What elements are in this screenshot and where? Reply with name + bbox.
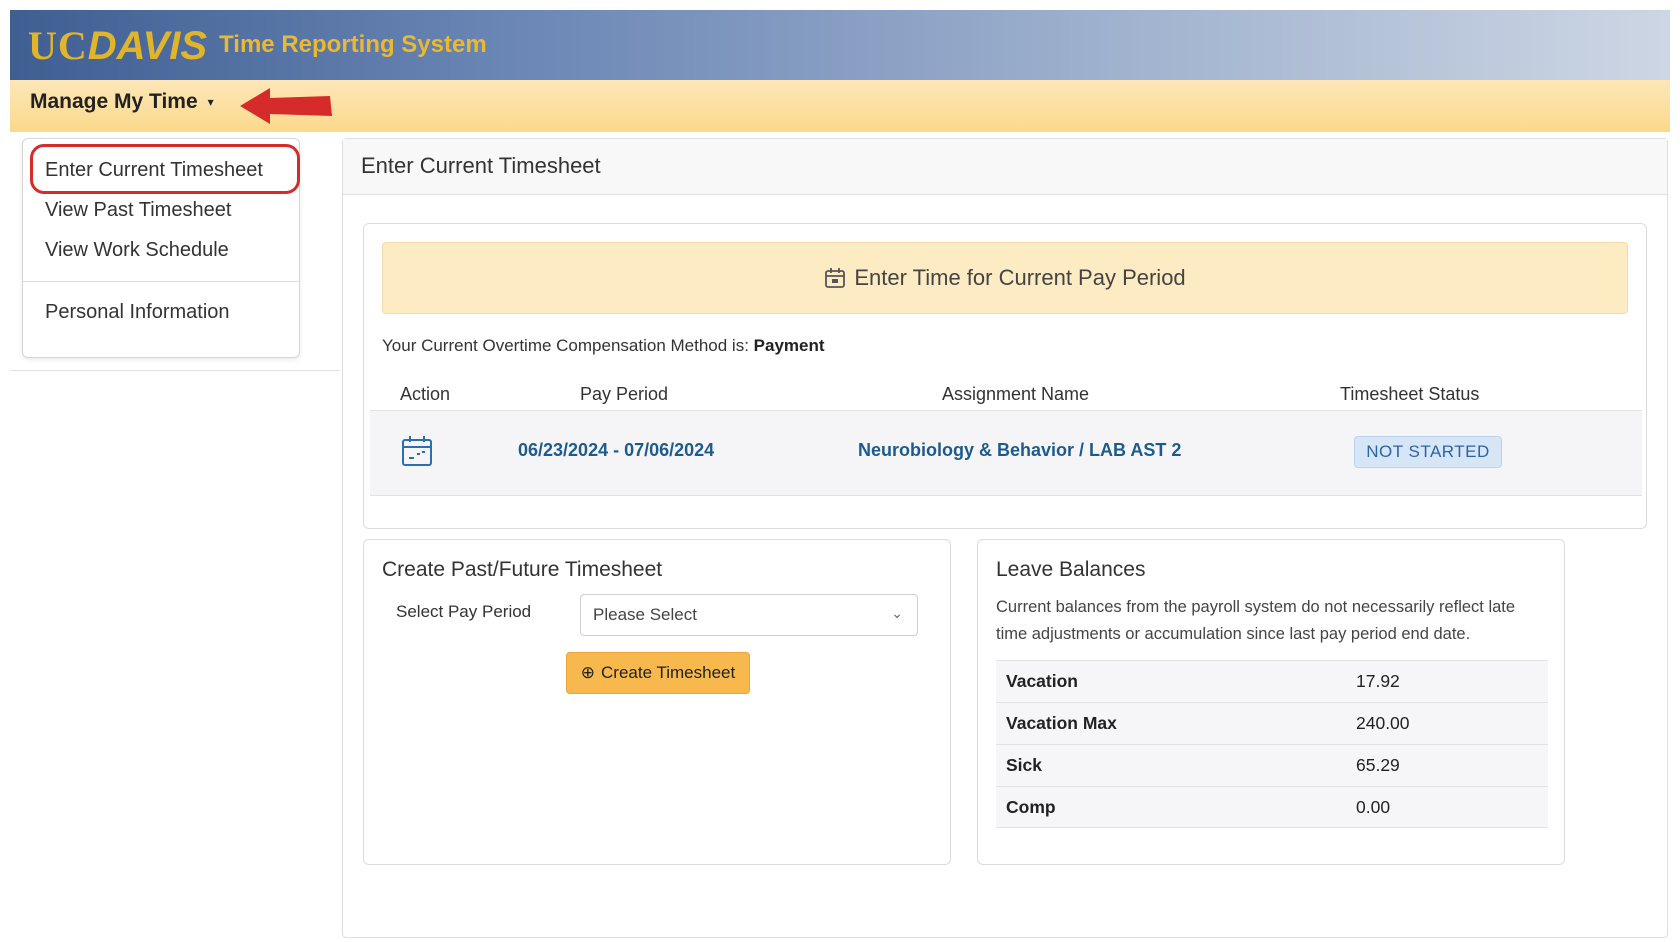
leave-row-vacation: Vacation 17.92	[996, 660, 1548, 702]
app-header: UCDAVIS Time Reporting System	[10, 10, 1670, 80]
leave-value: 240.00	[1356, 713, 1410, 733]
create-past-future-card: Create Past/Future Timesheet Select Pay …	[363, 539, 951, 865]
menu-label: Manage My Time	[30, 90, 198, 113]
current-timesheet-card: Enter Time for Current Pay Period Your C…	[363, 223, 1647, 529]
leave-name: Vacation Max	[1006, 713, 1117, 733]
leave-name: Sick	[1006, 755, 1042, 775]
left-divider	[10, 370, 340, 371]
main-panel: Enter Current Timesheet Enter Time for C…	[342, 138, 1668, 938]
create-timesheet-label: Create Timesheet	[601, 663, 736, 682]
leave-value: 65.29	[1356, 755, 1400, 775]
banner-text: Enter Time for Current Pay Period	[854, 265, 1186, 290]
header-timesheet-status: Timesheet Status	[1340, 384, 1480, 404]
leave-balances-title: Leave Balances	[996, 558, 1146, 581]
status-badge: NOT STARTED	[1354, 436, 1502, 468]
leave-value: 17.92	[1356, 671, 1400, 691]
manage-my-time-dropdown: Enter Current Timesheet View Past Timesh…	[22, 138, 300, 358]
menu-item-personal-information[interactable]: Personal Information	[45, 301, 230, 324]
menu-divider	[23, 281, 299, 282]
manage-my-time-menu[interactable]: Manage My Time ▾	[30, 90, 214, 114]
ucdavis-logo: UCDAVIS	[28, 22, 208, 68]
overtime-method-text: Your Current Overtime Compensation Metho…	[382, 336, 825, 355]
leave-row-sick: Sick 65.29	[996, 744, 1548, 786]
leave-row-comp: Comp 0.00	[996, 786, 1548, 828]
leave-row-vacation-max: Vacation Max 240.00	[996, 702, 1548, 744]
red-arrow-annotation-icon	[240, 88, 332, 124]
select-value: Please Select	[593, 605, 697, 624]
page-title: Enter Current Timesheet	[343, 139, 1667, 195]
plus-circle-icon: ⊕	[580, 663, 596, 682]
chevron-down-icon: ⌄	[891, 605, 903, 621]
past-future-title: Create Past/Future Timesheet	[382, 558, 663, 581]
header-pay-period: Pay Period	[580, 384, 669, 404]
leave-name: Vacation	[1006, 671, 1078, 691]
app-window: UCDAVIS Time Reporting System Manage My …	[10, 10, 1670, 942]
assignment-name-link[interactable]: Neurobiology & Behavior / LAB AST 2	[858, 440, 1181, 461]
create-timesheet-button[interactable]: ⊕ Create Timesheet	[566, 652, 750, 694]
menubar: Manage My Time ▾	[10, 80, 1670, 132]
app-title: Time Reporting System	[219, 31, 487, 58]
menu-item-view-past-timesheet[interactable]: View Past Timesheet	[45, 199, 231, 222]
leave-balances-table: Vacation 17.92 Vacation Max 240.00 Sick …	[996, 660, 1548, 828]
leave-balances-card: Leave Balances Current balances from the…	[977, 539, 1565, 865]
menu-item-view-work-schedule[interactable]: View Work Schedule	[45, 239, 229, 262]
calendar-icon	[825, 268, 846, 288]
header-assignment-name: Assignment Name	[942, 384, 1090, 404]
header-action: Action	[400, 384, 451, 404]
pay-period-link[interactable]: 06/23/2024 - 07/06/2024	[518, 440, 714, 461]
leave-balances-description: Current balances from the payroll system…	[996, 598, 1516, 643]
current-pay-period-banner: Enter Time for Current Pay Period	[382, 242, 1628, 314]
pay-period-select[interactable]: Please Select ⌄	[580, 594, 918, 636]
select-pay-period-label: Select Pay Period	[396, 602, 532, 621]
caret-down-icon: ▾	[207, 95, 214, 109]
open-timesheet-calendar-icon[interactable]	[400, 434, 434, 468]
leave-value: 0.00	[1356, 796, 1391, 817]
menu-item-enter-current-timesheet[interactable]: Enter Current Timesheet	[45, 159, 263, 182]
leave-name: Comp	[1006, 796, 1056, 817]
overtime-method-value: Payment	[753, 336, 825, 355]
